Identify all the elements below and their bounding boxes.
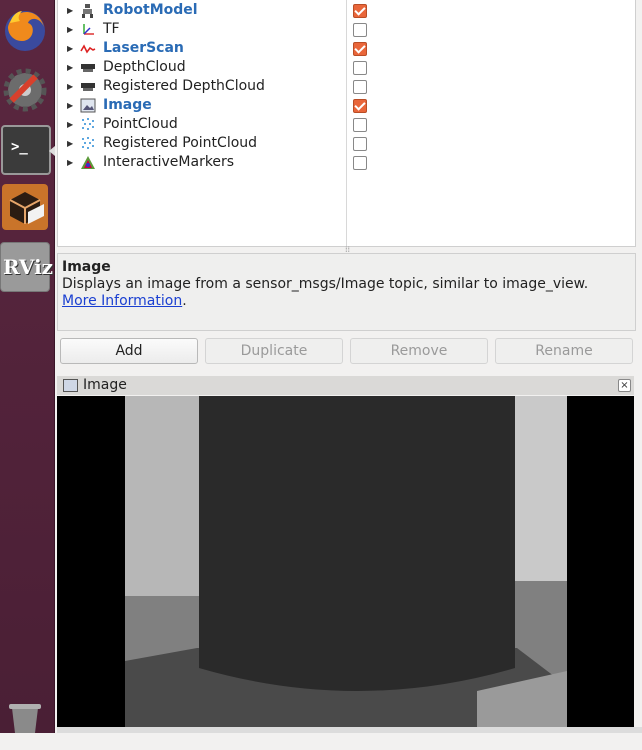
expand-arrow-icon[interactable]: ▶ xyxy=(67,115,73,134)
enabled-checkbox[interactable] xyxy=(353,118,367,132)
enabled-checkbox[interactable] xyxy=(353,99,367,113)
enabled-checkbox[interactable] xyxy=(353,137,367,151)
display-row[interactable]: ▶ Registered PointCloud xyxy=(58,134,635,153)
interactive-markers-icon xyxy=(80,155,96,170)
display-row[interactable]: ▶ InteractiveMarkers xyxy=(58,153,635,172)
display-label: Registered DepthCloud xyxy=(103,78,265,94)
more-information-link[interactable]: More Information xyxy=(62,293,182,309)
active-app-indicator xyxy=(49,146,55,156)
display-description: Image Displays an image from a sensor_ms… xyxy=(57,253,636,331)
duplicate-button[interactable]: Duplicate xyxy=(205,338,343,364)
firefox-icon[interactable] xyxy=(0,3,50,53)
description-suffix: . xyxy=(182,293,187,309)
enabled-checkbox[interactable] xyxy=(353,4,367,18)
display-label: InteractiveMarkers xyxy=(103,154,235,170)
display-label: Image xyxy=(103,97,152,113)
add-button[interactable]: Add xyxy=(60,338,198,364)
display-row[interactable]: ▶ RobotModel xyxy=(58,1,635,20)
status-strip xyxy=(57,727,642,733)
expand-arrow-icon[interactable]: ▶ xyxy=(67,134,73,153)
display-row[interactable]: ▶ Registered DepthCloud xyxy=(58,77,635,96)
enabled-checkbox[interactable] xyxy=(353,61,367,75)
display-label: PointCloud xyxy=(103,116,178,132)
camera-image xyxy=(57,396,634,727)
expand-arrow-icon[interactable]: ▶ xyxy=(67,153,73,172)
description-body: Displays an image from a sensor_msgs/Ima… xyxy=(62,276,589,292)
robot-model-icon xyxy=(80,3,96,18)
depth-cloud-icon xyxy=(80,60,96,75)
laser-scan-icon xyxy=(80,41,96,56)
system-settings-icon[interactable] xyxy=(0,65,50,115)
display-row[interactable]: ▶ Image xyxy=(58,96,635,115)
expand-arrow-icon[interactable]: ▶ xyxy=(67,96,73,115)
enabled-checkbox[interactable] xyxy=(353,23,367,37)
terminal-prompt: >_ xyxy=(11,139,28,155)
expand-arrow-icon[interactable]: ▶ xyxy=(67,77,73,96)
point-cloud-icon xyxy=(80,117,96,132)
image-icon xyxy=(80,98,96,113)
rename-button[interactable]: Rename xyxy=(495,338,633,364)
software-box-icon[interactable] xyxy=(0,182,50,232)
rviz-text: RViz xyxy=(3,255,54,279)
enabled-checkbox[interactable] xyxy=(353,42,367,56)
display-label: RobotModel xyxy=(103,2,198,18)
image-icon xyxy=(63,379,78,392)
enabled-checkbox[interactable] xyxy=(353,80,367,94)
image-panel-header: Image × xyxy=(57,376,634,395)
point-cloud-icon xyxy=(80,136,96,151)
expand-arrow-icon[interactable]: ▶ xyxy=(67,39,73,58)
description-text: Displays an image from a sensor_msgs/Ima… xyxy=(62,276,627,310)
trash-icon[interactable] xyxy=(0,700,50,750)
display-label: LaserScan xyxy=(103,40,184,56)
rviz-icon[interactable]: RViz xyxy=(0,242,54,292)
image-panel-title: Image xyxy=(83,377,127,393)
display-row[interactable]: ▶ TF xyxy=(58,20,635,39)
display-label: DepthCloud xyxy=(103,59,186,75)
camera-image-view xyxy=(57,396,634,727)
enabled-checkbox[interactable] xyxy=(353,156,367,170)
display-row[interactable]: ▶ DepthCloud xyxy=(58,58,635,77)
close-icon[interactable]: × xyxy=(618,379,631,392)
display-label: TF xyxy=(103,21,120,37)
displays-tree: ▶ RobotModel ▶ TF ▶ LaserScan ▶ DepthCloud ▶ Regi… xyxy=(57,0,636,254)
tf-axes-icon xyxy=(80,22,96,37)
expand-arrow-icon[interactable]: ▶ xyxy=(67,1,73,20)
display-label: Registered PointCloud xyxy=(103,135,258,151)
ubuntu-launcher: >_ RViz xyxy=(0,0,55,733)
remove-button[interactable]: Remove xyxy=(350,338,488,364)
expand-arrow-icon[interactable]: ▶ xyxy=(67,20,73,39)
terminal-icon[interactable]: >_ xyxy=(1,125,51,175)
display-row[interactable]: ▶ LaserScan xyxy=(58,39,635,58)
description-title: Image xyxy=(62,259,111,275)
display-row[interactable]: ▶ PointCloud xyxy=(58,115,635,134)
expand-arrow-icon[interactable]: ▶ xyxy=(67,58,73,77)
depth-cloud-icon xyxy=(80,79,96,94)
